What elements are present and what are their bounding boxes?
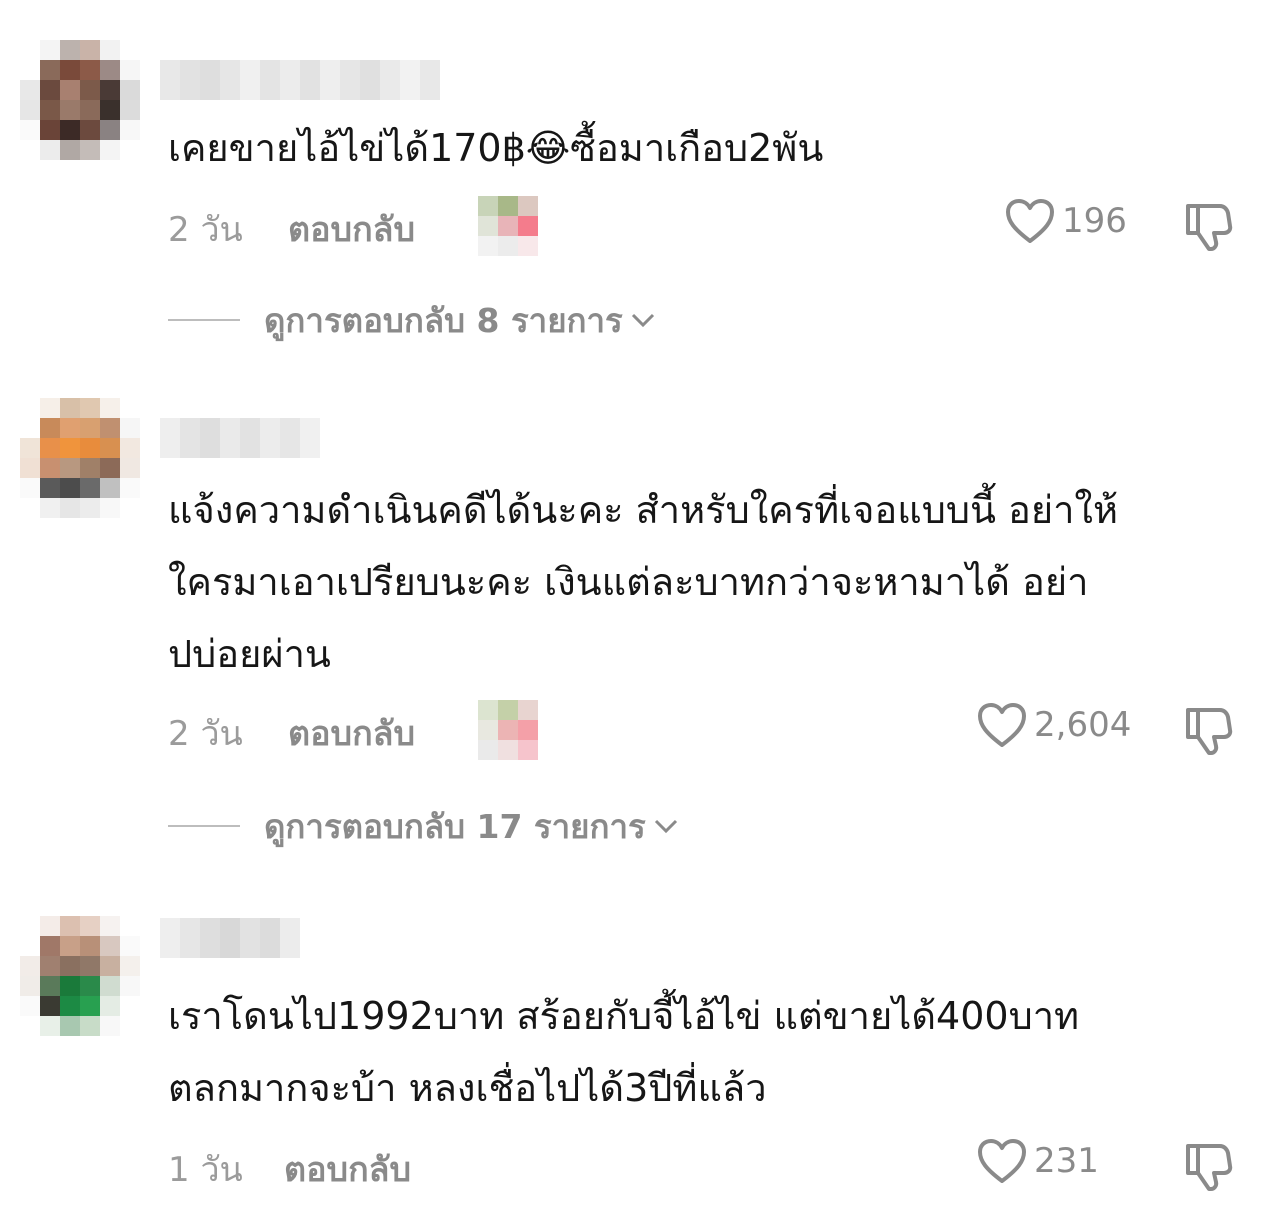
view-replies-label: ดูการตอบกลับ 17 รายการ [264, 806, 646, 846]
thumbs-down-icon [1186, 1144, 1233, 1191]
comment-time: 2 วัน [168, 210, 243, 250]
view-replies-button[interactable]: ดูการตอบกลับ 17 รายการ [168, 806, 680, 846]
comment-meta: 2 วัน ตอบกลับ 196 [168, 196, 1248, 256]
reply-button[interactable]: ตอบกลับ [288, 202, 415, 256]
divider-line [168, 319, 240, 321]
username-blurred[interactable] [160, 918, 300, 958]
heart-outline-icon [978, 1139, 1026, 1183]
chevron-down-icon [654, 819, 677, 834]
thumbs-down-icon [1186, 204, 1233, 251]
username-blurred[interactable] [160, 60, 440, 100]
dislike-button[interactable] [1180, 196, 1236, 252]
reply-button[interactable]: ตอบกลับ [284, 1142, 411, 1196]
comment-text: เราโดนไป1992บาท สร้อยกับจี้ไอ้ไข่ แต่ขาย… [168, 994, 1080, 1110]
dislike-button[interactable] [1180, 700, 1236, 756]
username-blurred[interactable] [160, 418, 320, 458]
chevron-down-icon [631, 313, 654, 328]
view-replies-label: ดูการตอบกลับ 8 รายการ [264, 300, 623, 340]
like-button[interactable]: 196 [1004, 196, 1127, 246]
reply-button[interactable]: ตอบกลับ [288, 706, 415, 760]
sticker-thumbnail[interactable] [478, 196, 538, 256]
like-count: 196 [1062, 201, 1127, 241]
like-button[interactable]: 231 [976, 1136, 1099, 1186]
sticker-thumbnail[interactable] [478, 700, 538, 760]
thumbs-down-icon [1186, 708, 1233, 755]
dislike-button[interactable] [1180, 1136, 1236, 1192]
like-count: 231 [1034, 1141, 1099, 1181]
avatar[interactable] [20, 398, 140, 518]
divider-line [168, 825, 240, 827]
comment-meta: 1 วัน ตอบกลับ 231 [168, 1136, 1248, 1196]
comment-time: 1 วัน [168, 1150, 243, 1190]
view-replies-button[interactable]: ดูการตอบกลับ 8 รายการ [168, 300, 657, 340]
comment-meta: 2 วัน ตอบกลับ 2,604 [168, 700, 1248, 760]
comment-text: แจ้งความดำเนินคดีได้นะคะ สำหรับใครที่เจอ… [168, 488, 1119, 676]
like-count: 2,604 [1034, 705, 1132, 745]
avatar[interactable] [20, 916, 140, 1036]
heart-outline-icon [1006, 199, 1054, 243]
comment-time: 2 วัน [168, 714, 243, 754]
heart-outline-icon [978, 703, 1026, 747]
avatar[interactable] [20, 40, 140, 160]
comment-text: เคยขายไอ้ไข่ได้170฿😂ซื้อมาเกือบ2พัน [168, 126, 824, 170]
like-button[interactable]: 2,604 [976, 700, 1131, 750]
